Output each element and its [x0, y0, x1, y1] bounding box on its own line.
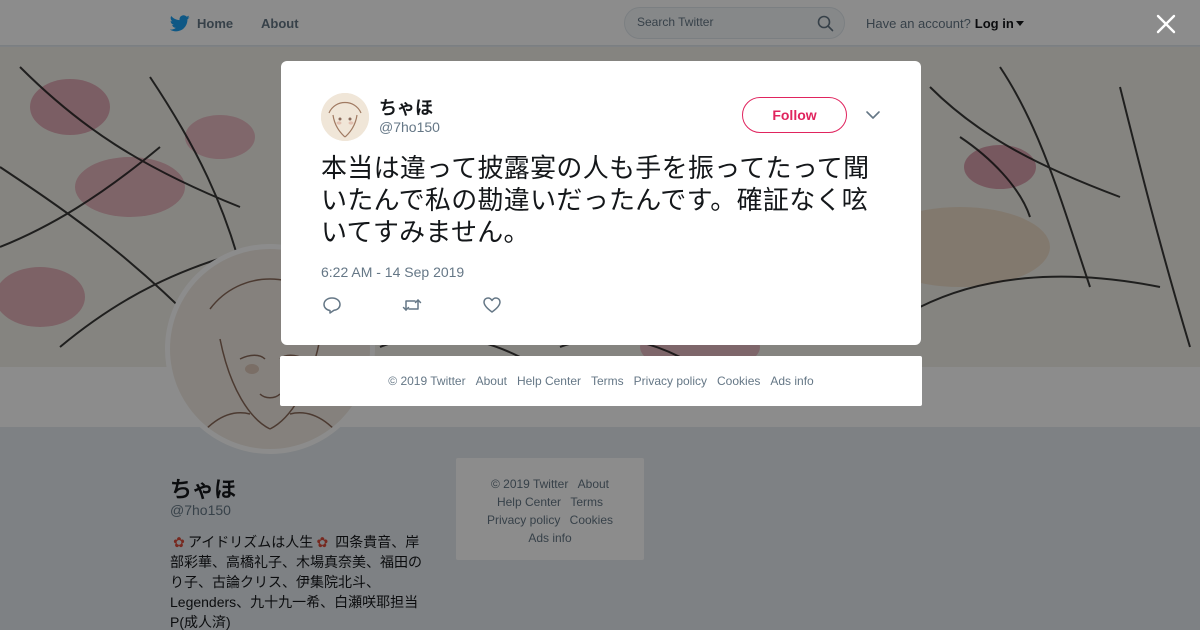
- tweet-author-name[interactable]: ちゃほ: [379, 94, 433, 120]
- modal-footer-about-link[interactable]: About: [476, 374, 507, 388]
- chevron-down-icon[interactable]: [865, 109, 881, 121]
- modal-footer-cookies-link[interactable]: Cookies: [717, 374, 760, 388]
- modal-footer-copyright: © 2019 Twitter: [388, 374, 466, 388]
- modal-footer-links: © 2019 Twitter About Help Center Terms P…: [280, 356, 922, 406]
- retweet-icon[interactable]: [401, 295, 423, 315]
- follow-button[interactable]: Follow: [742, 97, 847, 133]
- modal-footer-terms-link[interactable]: Terms: [591, 374, 624, 388]
- tweet-timestamp[interactable]: 6:22 AM - 14 Sep 2019: [321, 264, 464, 280]
- modal-footer-ads-link[interactable]: Ads info: [770, 374, 813, 388]
- tweet-text: 本当は違って披露宴の人も手を振ってたって聞いたんで私の勘違いだったんです。確証な…: [321, 154, 870, 248]
- close-icon[interactable]: [1154, 12, 1178, 36]
- reply-icon[interactable]: [321, 295, 343, 315]
- tweet-author-avatar[interactable]: [321, 93, 369, 141]
- modal-footer-privacy-link[interactable]: Privacy policy: [634, 374, 707, 388]
- tweet-author-handle[interactable]: @7ho150: [379, 119, 440, 135]
- modal-footer-help-link[interactable]: Help Center: [517, 374, 581, 388]
- heart-icon[interactable]: [481, 295, 503, 315]
- tweet-modal: ちゃほ @7ho150 Follow 本当は違って披露宴の人も手を振ってたって聞…: [281, 61, 921, 345]
